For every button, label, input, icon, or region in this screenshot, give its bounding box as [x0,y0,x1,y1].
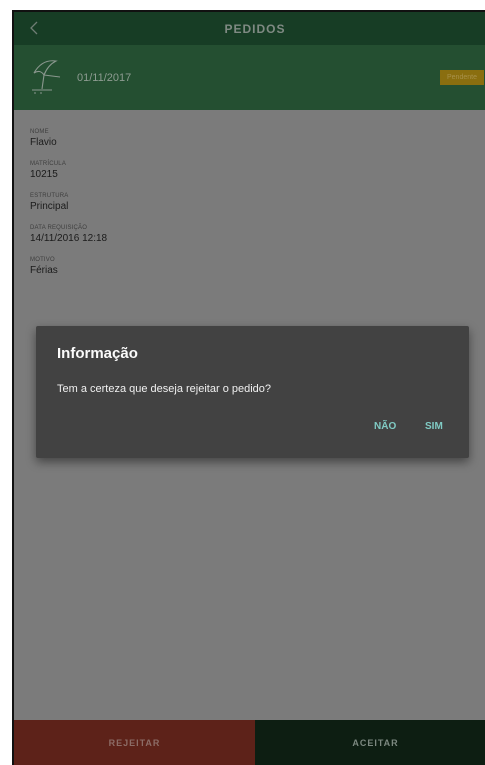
app-bar: PEDIDOS [14,12,485,45]
dialog-title: Informação [57,345,138,362]
field-data-requisicao: DATA REQUISIÇÃO 14/11/2016 12:18 [30,224,107,256]
field-label: NOME [30,129,49,135]
app-screen: PEDIDOS 01/11/2017 Pendente NOME Flavio … [12,10,485,765]
field-value: Férias [30,265,58,276]
field-value: 14/11/2016 12:18 [30,233,108,244]
confirm-dialog: Informação Tem a certeza que deseja reje… [36,326,469,458]
field-label: MATRÍCULA [30,161,67,167]
request-details: NOME Flavio MATRÍCULA 10215 ESTRUTURA Pr… [30,128,107,288]
dialog-no-button[interactable]: NÃO [374,421,396,432]
field-value: Principal [30,201,69,212]
chevron-left-icon [30,21,38,35]
field-nome: NOME Flavio [30,128,107,160]
dialog-yes-button[interactable]: SIM [425,421,443,432]
dialog-message: Tem a certeza que deseja rejeitar o pedi… [57,383,272,395]
field-value: 10215 [30,169,58,180]
request-date: 01/11/2017 [77,72,132,84]
field-label: MOTIVO [30,257,55,263]
field-matricula: MATRÍCULA 10215 [30,160,107,192]
field-value: Flavio [30,137,57,148]
action-bar: REJEITAR ACEITAR [14,720,485,765]
back-button[interactable] [24,18,44,38]
field-label: ESTRUTURA [30,193,69,199]
status-badge: Pendente [440,70,484,85]
field-label: DATA REQUISIÇÃO [30,225,88,231]
accept-button[interactable]: ACEITAR [255,720,485,765]
beach-umbrella-icon [32,60,61,94]
field-estrutura: ESTRUTURA Principal [30,192,107,224]
field-motivo: MOTIVO Férias [30,256,107,288]
request-header: 01/11/2017 Pendente [14,45,485,110]
page-title: PEDIDOS [224,21,286,36]
reject-button[interactable]: REJEITAR [14,720,255,765]
